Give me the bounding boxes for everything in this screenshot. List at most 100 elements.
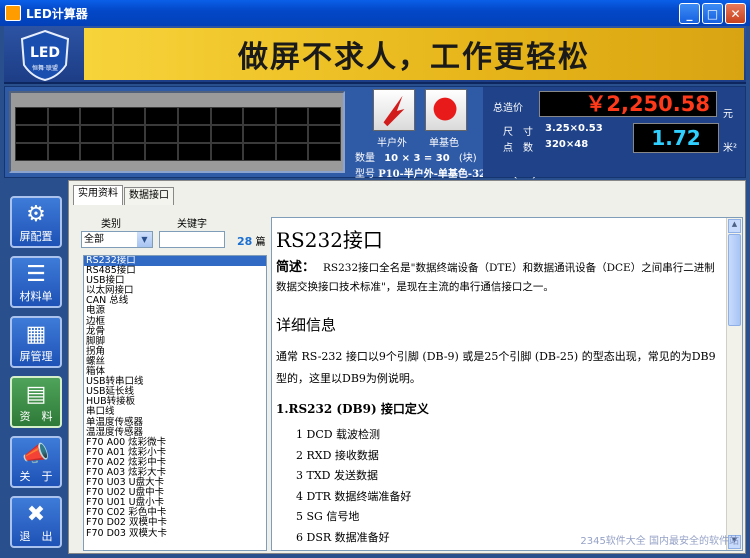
material-list-icon: ☰ xyxy=(26,262,46,287)
half-outdoor-button[interactable] xyxy=(373,89,415,131)
sidebar-button-label: 屏管理 xyxy=(19,350,53,363)
category-select[interactable]: 全部 ▼ xyxy=(81,231,153,248)
banner: LED 恒舞·联盟 做屏不求人，工作更轻松 xyxy=(4,26,746,84)
detail-text: 通常 RS-232 接口以9个引脚 (DB-9) 或是25个引脚 (DB-25)… xyxy=(276,350,716,385)
led-module-cell xyxy=(15,107,48,125)
pin-item: 6 DSR 数据准备好 xyxy=(296,530,390,544)
info-strip: 半户外 单基色 数量 10 × 3 = 30 (块) 型号 P10-半户外-单基… xyxy=(4,86,746,180)
total-price: ￥2,250.58 xyxy=(539,91,717,117)
summary-label: 简述： xyxy=(276,260,316,275)
list-item[interactable]: 脚脚 xyxy=(84,336,266,347)
led-module-cell xyxy=(275,107,309,125)
document-viewer[interactable]: RS232接口 简述： RS232接口全名是"数据终端设备（DTE）和数据通讯设备… xyxy=(271,217,743,551)
sidebar-button-label: 关 于 xyxy=(19,470,53,483)
sidebar-button-label: 材料单 xyxy=(19,290,53,303)
total-unit: 元 xyxy=(723,109,733,120)
led-module-cell xyxy=(178,125,211,143)
detail-heading: 详细信息 xyxy=(276,316,337,334)
category-label: 类别 xyxy=(101,219,121,230)
led-module-cell xyxy=(145,143,178,161)
article-list[interactable]: RS232接口 RS485接口 USB接口 以太网接口 CAN 总线 电源 边框 龙骨 脚脚 拐角… xyxy=(83,255,267,551)
area-unit: 米² xyxy=(723,143,738,154)
list-item[interactable]: 龙骨 xyxy=(84,326,266,337)
led-module-cell xyxy=(145,125,178,143)
list-item[interactable]: 边框 xyxy=(84,316,266,327)
led-module-cell xyxy=(308,125,341,143)
vertical-scrollbar[interactable]: ▲ ▼ xyxy=(726,218,742,550)
document-icon: ▤ xyxy=(25,382,47,407)
window-title: LED计算器 xyxy=(26,6,88,21)
area-value: 1.72 xyxy=(633,123,719,153)
sidebar-button-5[interactable]: 📣 关 于 xyxy=(10,436,62,488)
pin-item: 2 RXD 接收数据 xyxy=(296,448,379,462)
doc-title: RS232接口 xyxy=(276,228,383,252)
led-module-cell xyxy=(47,125,81,143)
list-item[interactable]: F70 D03 双模大卡 xyxy=(84,528,266,539)
doc-summary: 简述： RS232接口全名是"数据终端设备（DTE）和数据通讯设备（DCE）之间串… xyxy=(276,258,722,297)
sidebar-button-6[interactable]: ✖ 退 出 xyxy=(10,496,62,548)
slogan-panel: 做屏不求人，工作更轻松 xyxy=(84,28,744,80)
tab-bar: 实用资料 数据接口 xyxy=(73,185,175,207)
led-module-cell xyxy=(80,125,113,143)
led-module-cell xyxy=(275,125,309,143)
led-module-cell xyxy=(308,107,341,125)
section-heading: 1.RS232 (DB9) 接口定义 xyxy=(276,402,429,416)
sidebar-button-4[interactable]: ▤ 资 料 xyxy=(10,376,62,428)
dots-value: 320×48 xyxy=(545,139,589,150)
logo-subtext: 恒舞·联盟 xyxy=(32,64,58,72)
list-item[interactable]: 螺丝 xyxy=(84,356,266,367)
list-item[interactable]: 串口线 xyxy=(84,407,266,417)
screen-config-icon: ⚙ xyxy=(26,202,46,227)
led-module-cell xyxy=(308,143,341,161)
quantity-label: 数量 xyxy=(355,153,375,164)
list-item[interactable]: 电源 xyxy=(84,306,266,316)
led-module-cell xyxy=(243,125,276,143)
quantity-value: 10 × 3 = 30 xyxy=(384,153,450,164)
led-preview xyxy=(9,91,345,173)
watermark: 2345软件大全 国内最安全的软件站 xyxy=(580,536,739,547)
led-module-cell xyxy=(210,125,244,143)
half-outdoor-icon xyxy=(383,95,405,127)
list-item[interactable]: 拐角 xyxy=(84,346,266,357)
half-outdoor-label: 半户外 xyxy=(377,138,407,149)
window-controls: _ □ ✕ xyxy=(679,3,746,24)
led-logo-icon: LED 恒舞·联盟 xyxy=(20,29,70,81)
led-module-cell xyxy=(243,107,276,125)
led-module-cell xyxy=(80,143,113,161)
minimize-button[interactable]: _ xyxy=(679,3,700,24)
single-color-button[interactable] xyxy=(425,89,467,131)
screen-manage-icon: ▦ xyxy=(25,322,47,347)
pin-list: 1 DCD 载波检测 2 RXD 接收数据 3 TXD 发送数据 4 DTR 数据终端… xyxy=(296,425,411,548)
tab-data-interface[interactable]: 数据接口 xyxy=(124,187,174,205)
price-panel: 总造价 ￥2,250.58 元 尺 寸 3.25×0.53 点 数 320×48… xyxy=(483,87,745,177)
scroll-up-icon[interactable]: ▲ xyxy=(728,219,741,233)
megaphone-icon: 📣 xyxy=(22,442,50,467)
keyword-input[interactable] xyxy=(159,231,225,248)
category-select-value: 全部 xyxy=(84,234,104,245)
article-count-value: 28 xyxy=(237,235,253,248)
led-module-cell xyxy=(47,143,81,161)
model-label: 型号 xyxy=(355,169,375,180)
logo-text: LED xyxy=(30,45,60,61)
list-item[interactable]: CAN 总线 xyxy=(84,296,266,306)
chevron-down-icon[interactable]: ▼ xyxy=(137,232,152,247)
single-color-icon xyxy=(433,97,457,121)
quantity-row: 数量 10 × 3 = 30 (块) xyxy=(355,149,477,164)
keyword-label: 关键字 xyxy=(177,219,207,230)
led-module-cell xyxy=(210,143,244,161)
led-module-cell xyxy=(145,107,178,125)
pin-item: 3 TXD 发送数据 xyxy=(296,469,378,482)
scroll-thumb[interactable] xyxy=(728,234,741,326)
size-value: 3.25×0.53 xyxy=(545,123,603,134)
app-icon xyxy=(5,5,21,21)
sidebar-button-1[interactable]: ⚙ 屏配置 xyxy=(10,196,62,248)
article-count: 28 篇 xyxy=(237,233,266,248)
sidebar-button-3[interactable]: ▦ 屏管理 xyxy=(10,316,62,368)
close-button[interactable]: ✕ xyxy=(725,3,746,24)
size-label: 尺 寸 xyxy=(503,127,533,138)
exit-icon: ✖ xyxy=(26,502,46,527)
sidebar-button-2[interactable]: ☰ 材料单 xyxy=(10,256,62,308)
tab-practical-info[interactable]: 实用资料 xyxy=(73,185,123,205)
sidebar-button-label: 屏配置 xyxy=(19,230,53,243)
maximize-button[interactable]: □ xyxy=(702,3,723,24)
